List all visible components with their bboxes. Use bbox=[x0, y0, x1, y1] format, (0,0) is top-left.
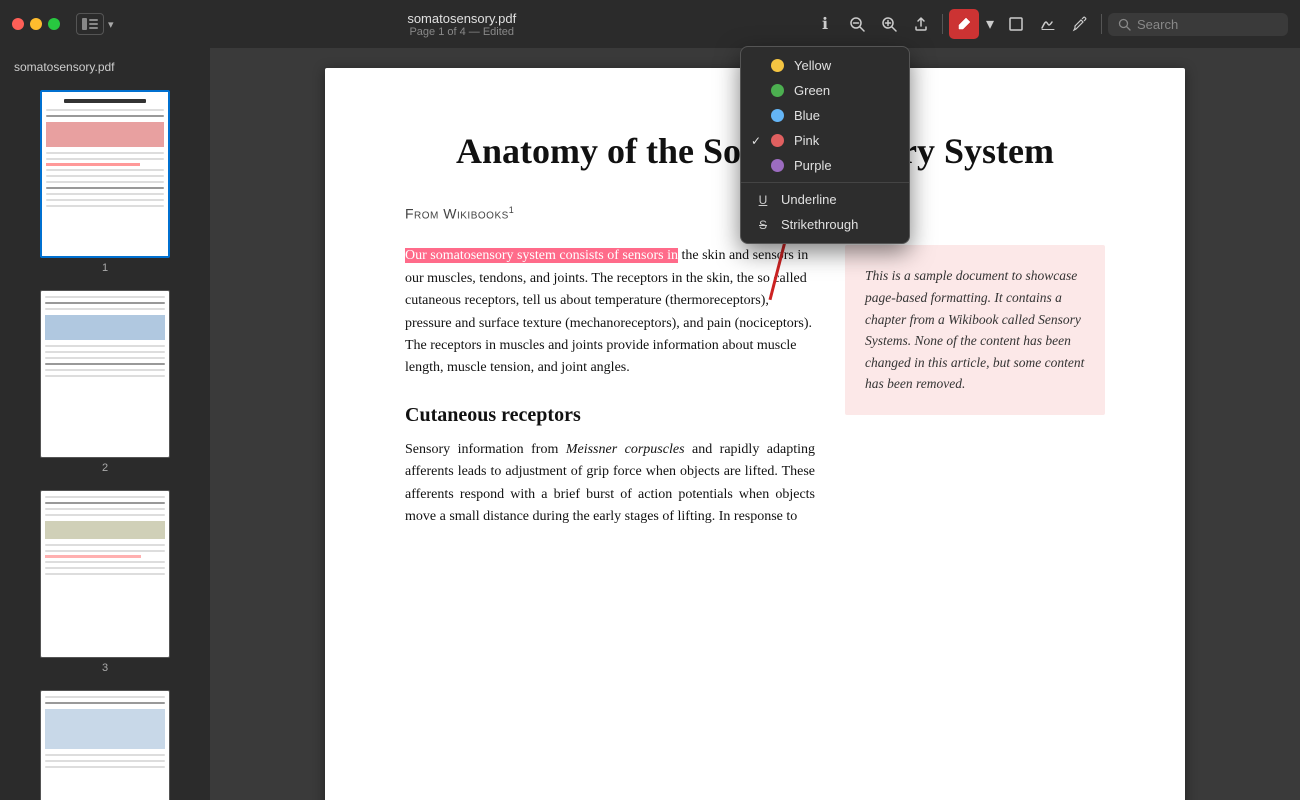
pink-label: Pink bbox=[794, 133, 819, 148]
share-icon[interactable] bbox=[906, 9, 936, 39]
strikethrough-option[interactable]: S Strikethrough bbox=[741, 212, 909, 237]
fullscreen-button[interactable] bbox=[48, 18, 60, 30]
document-subtitle: Page 1 of 4 — Edited bbox=[409, 26, 514, 38]
thumb-content-1 bbox=[42, 92, 168, 256]
page-number-1: 1 bbox=[102, 262, 108, 274]
color-purple-option[interactable]: Purple bbox=[741, 153, 909, 178]
toolbar-icons: ℹ ▾ bbox=[810, 9, 1288, 39]
thumbnail-frame-2 bbox=[40, 290, 170, 458]
sidebar-item-page-4[interactable]: 4 bbox=[8, 686, 202, 800]
toolbar-divider-1 bbox=[942, 14, 943, 34]
page-number-2: 2 bbox=[102, 462, 108, 474]
sidebar-filename: somatosensory.pdf bbox=[8, 56, 202, 78]
main-layout: somatosensory.pdf bbox=[0, 48, 1300, 800]
color-yellow-option[interactable]: Yellow bbox=[741, 53, 909, 78]
pink-dot bbox=[771, 134, 784, 147]
titlebar: ▾ somatosensory.pdf Page 1 of 4 — Edited… bbox=[0, 0, 1300, 48]
dropdown-separator bbox=[741, 182, 909, 183]
pdf-main-text: Our somatosensory system consists of sen… bbox=[405, 245, 815, 528]
sidebar-note: This is a sample document to showcase pa… bbox=[845, 245, 1105, 415]
search-box[interactable]: Search bbox=[1108, 13, 1288, 36]
thumbnail-frame-4 bbox=[40, 690, 170, 800]
signature-icon[interactable] bbox=[1033, 9, 1063, 39]
paragraph-1: the skin and sensors in our muscles, ten… bbox=[405, 248, 812, 375]
zoom-in-icon[interactable] bbox=[874, 9, 904, 39]
underline-label: Underline bbox=[781, 192, 837, 207]
highlight-dropdown-icon[interactable]: ▾ bbox=[981, 9, 999, 39]
color-green-option[interactable]: Green bbox=[741, 78, 909, 103]
green-dot bbox=[771, 84, 784, 97]
highlight-color-dropdown: Yellow Green Blue ✓ Pink Purple U Underl… bbox=[740, 46, 910, 244]
section-1-body: Sensory information from Meissner corpus… bbox=[405, 439, 815, 529]
annotate-icon[interactable] bbox=[1065, 9, 1095, 39]
minimize-button[interactable] bbox=[30, 18, 42, 30]
search-placeholder: Search bbox=[1137, 17, 1178, 32]
color-pink-option[interactable]: ✓ Pink bbox=[741, 128, 909, 153]
thumbnail-frame-3 bbox=[40, 490, 170, 658]
sidebar-item-page-3[interactable]: 3 bbox=[8, 486, 202, 678]
underline-icon: U bbox=[755, 193, 771, 207]
highlighted-text: Our somatosensory system consists of sen… bbox=[405, 248, 678, 263]
sidebar-toggle-button[interactable] bbox=[76, 13, 104, 35]
highlighted-paragraph: Our somatosensory system consists of sen… bbox=[405, 245, 815, 379]
pdf-body: Our somatosensory system consists of sen… bbox=[405, 245, 1105, 528]
sidebar-item-page-2[interactable]: 2 bbox=[8, 286, 202, 478]
blue-label: Blue bbox=[794, 108, 820, 123]
info-icon[interactable]: ℹ bbox=[810, 9, 840, 39]
blue-dot bbox=[771, 109, 784, 122]
title-section: somatosensory.pdf Page 1 of 4 — Edited bbox=[122, 11, 802, 38]
sidebar-item-page-1[interactable]: 1 bbox=[8, 86, 202, 278]
strikethrough-icon: S bbox=[755, 218, 771, 232]
traffic-lights bbox=[12, 18, 60, 30]
underline-option[interactable]: U Underline bbox=[741, 187, 909, 212]
yellow-label: Yellow bbox=[794, 58, 831, 73]
strikethrough-label: Strikethrough bbox=[781, 217, 858, 232]
purple-dot bbox=[771, 159, 784, 172]
toolbar-divider-2 bbox=[1101, 14, 1102, 34]
close-button[interactable] bbox=[12, 18, 24, 30]
purple-label: Purple bbox=[794, 158, 832, 173]
thumb-content-2 bbox=[41, 291, 169, 457]
thumb-content-3 bbox=[41, 491, 169, 657]
green-label: Green bbox=[794, 83, 830, 98]
highlight-pen-icon[interactable] bbox=[949, 9, 979, 39]
yellow-dot bbox=[771, 59, 784, 72]
sidebar-chevron-icon[interactable]: ▾ bbox=[108, 18, 114, 31]
thumbnail-frame-1 bbox=[40, 90, 170, 258]
page-number-3: 3 bbox=[102, 662, 108, 674]
section-heading-cutaneous: Cutaneous receptors bbox=[405, 404, 815, 427]
zoom-out-icon[interactable] bbox=[842, 9, 872, 39]
crop-icon[interactable] bbox=[1001, 9, 1031, 39]
color-blue-option[interactable]: Blue bbox=[741, 103, 909, 128]
sidebar: somatosensory.pdf bbox=[0, 48, 210, 800]
thumb-content-4 bbox=[41, 691, 169, 800]
document-title: somatosensory.pdf bbox=[407, 11, 516, 26]
